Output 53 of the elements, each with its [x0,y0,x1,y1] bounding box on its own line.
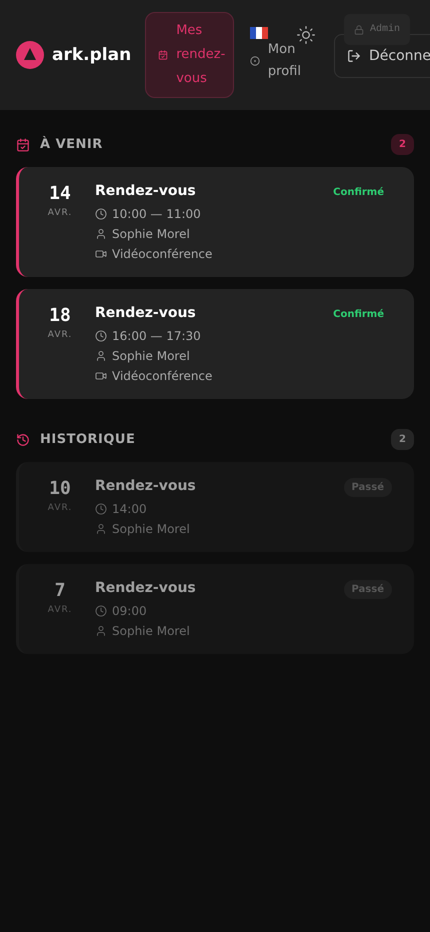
appointment-person: Sophie Morel [112,522,190,536]
person-icon [95,523,107,535]
section-title: À VENIR [40,137,104,152]
appointment-location: Vidéoconférence [112,247,212,261]
appointment-person: Sophie Morel [112,624,190,638]
theme-toggle-icon[interactable] [296,25,316,45]
calendar-icon [16,138,30,152]
date-month: AVR. [48,503,72,513]
clock-icon [95,605,107,617]
date-day: 18 [49,305,71,326]
appointment-title: Rendez-vous [95,305,197,321]
count-badge: 2 [391,429,414,450]
appointment-title: Rendez-vous [95,183,197,199]
appointment-time: 16:00 — 17:30 [112,329,201,343]
profile-link[interactable]: Mon profil [268,39,308,83]
flag-icon[interactable] [250,27,268,39]
date-month: AVR. [48,330,72,340]
logo-icon [16,41,44,69]
date-day: 7 [54,580,66,601]
status-label: Confirmé [332,186,385,200]
appointment-location: Vidéoconférence [112,369,212,383]
history-icon [16,432,30,446]
clock-icon [95,503,107,515]
logo-text: ark.plan [52,45,132,65]
person-icon [95,625,107,637]
date-month: AVR. [48,208,72,218]
person-icon [95,228,107,240]
admin-badge: Admin [344,14,410,45]
video-icon [95,370,107,382]
status-label: Confirmé [332,308,385,322]
appointment-title: Rendez-vous [95,580,197,596]
clock-icon [95,330,107,342]
logout-icon [347,49,361,63]
appointment-person: Sophie Morel [112,227,190,241]
profile-icon [250,56,260,66]
appointment-card[interactable]: 14 AVR. Rendez-vous 10:00 — 11:00 Sophie Morel Vidéoconférence Confirmé [16,167,414,277]
date-day: 14 [49,183,71,204]
date-month: AVR. [48,605,72,615]
appointment-time: 14:00 [112,502,147,516]
calendar-icon [158,50,168,60]
count-badge: 2 [391,134,414,155]
person-icon [95,350,107,362]
nav-button[interactable]: Mes rendez-vous [145,12,234,98]
appointment-title: Rendez-vous [95,478,197,494]
appointment-card[interactable]: 18 AVR. Rendez-vous 16:00 — 17:30 Sophie Morel Vidéoconférence Confirmé [16,289,414,399]
appointment-time: 09:00 [112,604,147,618]
lock-icon [354,24,364,34]
section-title: HISTORIQUE [40,432,136,447]
appointment-person: Sophie Morel [112,349,190,363]
appointment-time: 10:00 — 11:00 [112,207,201,221]
video-icon [95,248,107,260]
clock-icon [95,208,107,220]
date-day: 10 [49,478,71,499]
